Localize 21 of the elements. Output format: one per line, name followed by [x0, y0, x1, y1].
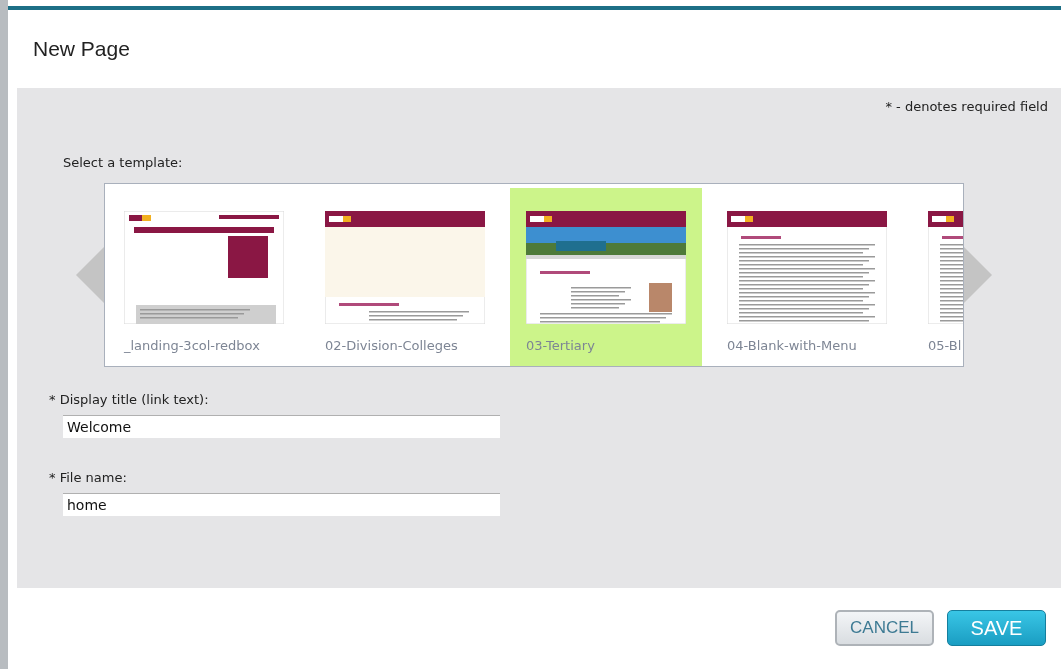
template-name: 05-Bl	[928, 338, 963, 353]
template-option[interactable]: 04-Blank-with-Menu	[711, 188, 903, 366]
template-name: 04-Blank-with-Menu	[727, 338, 858, 353]
template-name: 03-Tertiary	[526, 338, 596, 353]
template-name: 02-Division-Colleges	[325, 338, 459, 353]
cancel-button[interactable]: CANCEL	[835, 610, 934, 646]
dialog-title: New Page	[32, 36, 131, 62]
previous-arrow-icon[interactable]	[76, 247, 104, 303]
field-label: * Display title (link text):	[49, 392, 210, 407]
template-option[interactable]: 05-Bl	[912, 188, 963, 366]
field-label: * File name:	[49, 470, 128, 485]
template-option[interactable]: _landing-3col-redbox	[108, 188, 300, 366]
template-option[interactable]: 03-Tertiary	[510, 188, 702, 366]
required-field-note: * - denotes required field	[885, 99, 1048, 114]
text-field[interactable]: home	[63, 493, 500, 516]
template-name: _landing-3col-redbox	[124, 338, 261, 353]
template-label: Select a template:	[63, 155, 184, 170]
text-field[interactable]: Welcome	[63, 415, 500, 438]
template-option[interactable]: 02-Division-Colleges	[309, 188, 501, 366]
save-button[interactable]: SAVE	[947, 610, 1046, 646]
next-arrow-icon[interactable]	[964, 247, 992, 303]
